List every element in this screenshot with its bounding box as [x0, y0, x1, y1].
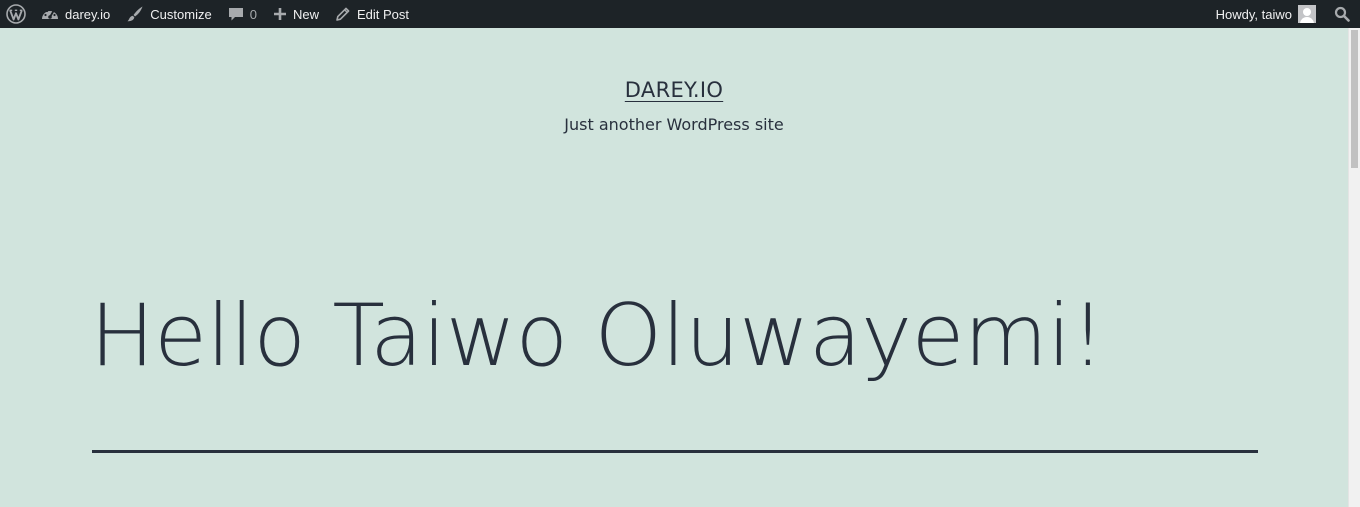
new-content-menu[interactable]: New	[265, 0, 327, 28]
paintbrush-icon	[126, 5, 144, 23]
search-icon	[1334, 6, 1350, 22]
my-account-menu[interactable]: Howdy, taiwo	[1208, 0, 1320, 28]
admin-bar-right: Howdy, taiwo	[1208, 0, 1360, 28]
site-title-link[interactable]: DAREY.IO	[625, 78, 723, 102]
admin-bar: darey.io Customize 0 New Edit Post Howdy…	[0, 0, 1360, 28]
admin-bar-left: darey.io Customize 0 New Edit Post	[0, 0, 417, 28]
new-label: New	[292, 6, 319, 22]
site-description: Just another WordPress site	[564, 115, 784, 134]
scrollbar-thumb[interactable]	[1351, 30, 1358, 168]
howdy-label: Howdy, taiwo	[1215, 6, 1292, 22]
site-name-menu[interactable]: darey.io	[33, 0, 118, 28]
dashboard-gauge-icon	[41, 6, 59, 22]
customize-label: Customize	[150, 6, 212, 22]
comments-menu[interactable]: 0	[220, 0, 265, 28]
post-divider	[92, 450, 1258, 453]
edit-post-menu[interactable]: Edit Post	[327, 0, 417, 28]
wordpress-menu[interactable]	[0, 0, 33, 28]
avatar	[1298, 5, 1316, 23]
comments-count: 0	[249, 6, 257, 22]
search-menu[interactable]	[1320, 0, 1360, 28]
plus-icon	[273, 7, 287, 21]
wordpress-logo-icon	[6, 4, 26, 24]
customize-menu[interactable]: Customize	[118, 0, 219, 28]
site-name-label: darey.io	[65, 6, 111, 22]
post-title: Hello Taiwo Oluwayemi!	[90, 286, 1105, 386]
page-scrollbar[interactable]	[1348, 28, 1360, 507]
pencil-icon	[335, 6, 351, 22]
site-title: DAREY.IO	[0, 78, 1348, 102]
edit-post-label: Edit Post	[356, 6, 409, 22]
comment-bubble-icon	[228, 6, 244, 22]
